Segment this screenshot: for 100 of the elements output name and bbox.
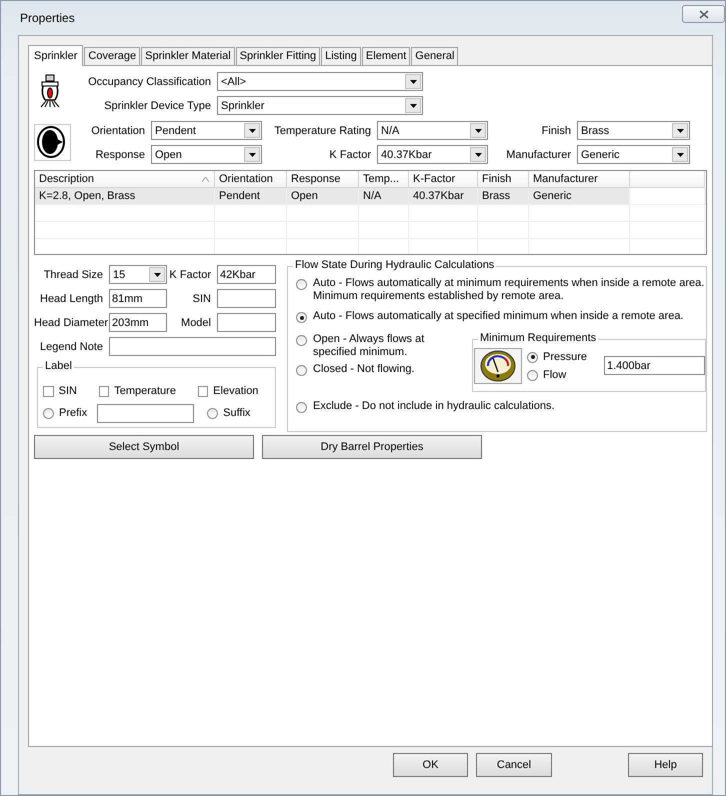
field-label: Manufacturer	[505, 148, 572, 160]
caret-icon	[410, 104, 416, 108]
checkbox[interactable]	[43, 386, 54, 396]
tab[interactable]: Sprinkler	[28, 45, 84, 66]
field-label: Thread Size	[42, 268, 104, 280]
column-header[interactable]: Description	[35, 171, 215, 188]
gauge-icon	[479, 350, 517, 382]
radio-label: Pressure	[543, 351, 588, 363]
table-cell: 40.37Kbar	[409, 188, 478, 205]
radio-button[interactable]	[207, 408, 218, 418]
checkbox[interactable]	[98, 386, 110, 396]
field-label: Response	[94, 148, 146, 160]
column-header[interactable]: Finish	[478, 171, 529, 188]
column-header[interactable]: Manufacturer	[529, 171, 630, 188]
field-label: Legend Note	[39, 340, 104, 352]
help-button[interactable]: Help	[628, 753, 703, 777]
column-header[interactable]: Temp...	[359, 171, 409, 188]
checkbox-label: Elevation	[213, 385, 258, 397]
text-field[interactable]: 203mm	[109, 313, 167, 332]
table-cell: N/A	[359, 188, 409, 205]
field-label: Occupancy Classification	[87, 76, 212, 88]
dropdown[interactable]: Brass	[577, 121, 690, 140]
dropdown[interactable]: <All>	[217, 72, 423, 91]
table-cell: K=2.8, Open, Brass	[35, 188, 215, 205]
group-title: Minimum Requirements	[478, 332, 598, 344]
radio-label: Auto - Flows automatically at minimum requirements when inside a remote area.	[313, 277, 704, 290]
field-label: Model	[180, 316, 212, 328]
radio-button[interactable]	[527, 352, 538, 362]
radio-label: Exclude - Do not include in hydraulic calculations.	[313, 400, 555, 413]
close-button[interactable]	[682, 5, 725, 23]
column-header[interactable]: K-Factor	[409, 171, 478, 188]
radio-button[interactable]	[296, 402, 307, 413]
table-cell: Open	[287, 188, 359, 205]
dropdown[interactable]: 40.37Kbar	[377, 145, 488, 164]
tab[interactable]: Listing	[321, 47, 361, 65]
text-field[interactable]	[97, 404, 194, 422]
text-field[interactable]	[217, 289, 276, 308]
window-title: Properties	[20, 11, 75, 25]
text-field[interactable]	[217, 313, 276, 332]
field-label: K Factor	[328, 148, 372, 160]
radio-button[interactable]	[296, 335, 307, 346]
tab[interactable]: Sprinkler Fitting	[236, 47, 320, 65]
text-field[interactable]: 42Kbar	[217, 265, 276, 284]
tab[interactable]: General	[411, 47, 458, 65]
radio-label: Suffix	[223, 407, 250, 419]
sort-icon	[202, 176, 209, 182]
group-title: Flow State During Hydraulic Calculations	[293, 259, 496, 271]
caret-icon	[676, 128, 684, 132]
radio-note: specified minimum.	[313, 346, 408, 359]
select-symbol-button[interactable]: Select Symbol	[34, 435, 254, 459]
checkbox[interactable]	[198, 386, 208, 396]
gauge-button[interactable]	[474, 348, 522, 384]
caret-icon	[248, 128, 256, 132]
checkbox-label: SIN	[58, 385, 77, 397]
close-icon	[698, 10, 708, 18]
radio-button[interactable]	[296, 279, 307, 290]
radio-label: Auto - Flows automatically at specified minimum when inside a remote area.	[313, 310, 684, 323]
text-field[interactable]: 1.400bar	[604, 356, 705, 375]
tab[interactable]: Coverage	[84, 47, 140, 65]
table-cell: Brass	[478, 188, 529, 205]
radio-button[interactable]	[296, 312, 307, 323]
dropdown[interactable]: Pendent	[151, 121, 262, 140]
column-header[interactable]: Orientation	[215, 171, 287, 188]
caret-icon	[248, 152, 256, 156]
field-label: Orientation	[90, 124, 146, 136]
dropdown[interactable]: Open	[151, 145, 262, 164]
ok-button[interactable]: OK	[393, 753, 468, 777]
caret-icon	[474, 128, 482, 132]
group-title: Label	[43, 360, 74, 372]
text-field[interactable]: 81mm	[109, 289, 167, 308]
radio-label: Prefix	[59, 407, 88, 419]
field-label: Sprinkler Device Type	[103, 100, 212, 112]
radio-label: Open - Always flows at	[313, 333, 424, 346]
tab[interactable]: Element	[362, 47, 410, 65]
caret-icon	[154, 272, 160, 276]
text-field[interactable]	[109, 337, 276, 356]
dropdown[interactable]: 15	[109, 265, 167, 284]
column-header[interactable]: Response	[287, 171, 359, 188]
dropdown[interactable]: N/A	[377, 121, 488, 140]
radio-button[interactable]	[527, 370, 538, 380]
caret-icon	[410, 80, 416, 84]
caret-icon	[474, 152, 482, 156]
cancel-button[interactable]: Cancel	[476, 753, 552, 777]
field-label: SIN	[192, 292, 212, 304]
table-cell: Pendent	[215, 188, 287, 205]
field-label: K Factor	[168, 268, 212, 280]
field-label: Head Diameter	[34, 316, 109, 328]
radio-button[interactable]	[296, 365, 307, 376]
dry-barrel-button[interactable]: Dry Barrel Properties	[262, 435, 482, 459]
caret-icon	[676, 152, 684, 156]
field-label: Temperature Rating	[273, 124, 372, 136]
field-label: Finish	[540, 124, 572, 136]
dropdown[interactable]: Sprinkler	[217, 96, 423, 115]
radio-note: Minimum requirements established by remote area.	[313, 290, 565, 303]
tab[interactable]: Sprinkler Material	[141, 47, 235, 65]
table-row[interactable]: K=2.8, Open, Brass Pendent Open N/A 40.37Kbar Brass Generic	[35, 188, 706, 205]
checkbox-label: Temperature	[114, 385, 176, 397]
dropdown[interactable]: Generic	[577, 145, 690, 164]
radio-label: Flow	[543, 369, 568, 381]
radio-button[interactable]	[43, 408, 54, 418]
